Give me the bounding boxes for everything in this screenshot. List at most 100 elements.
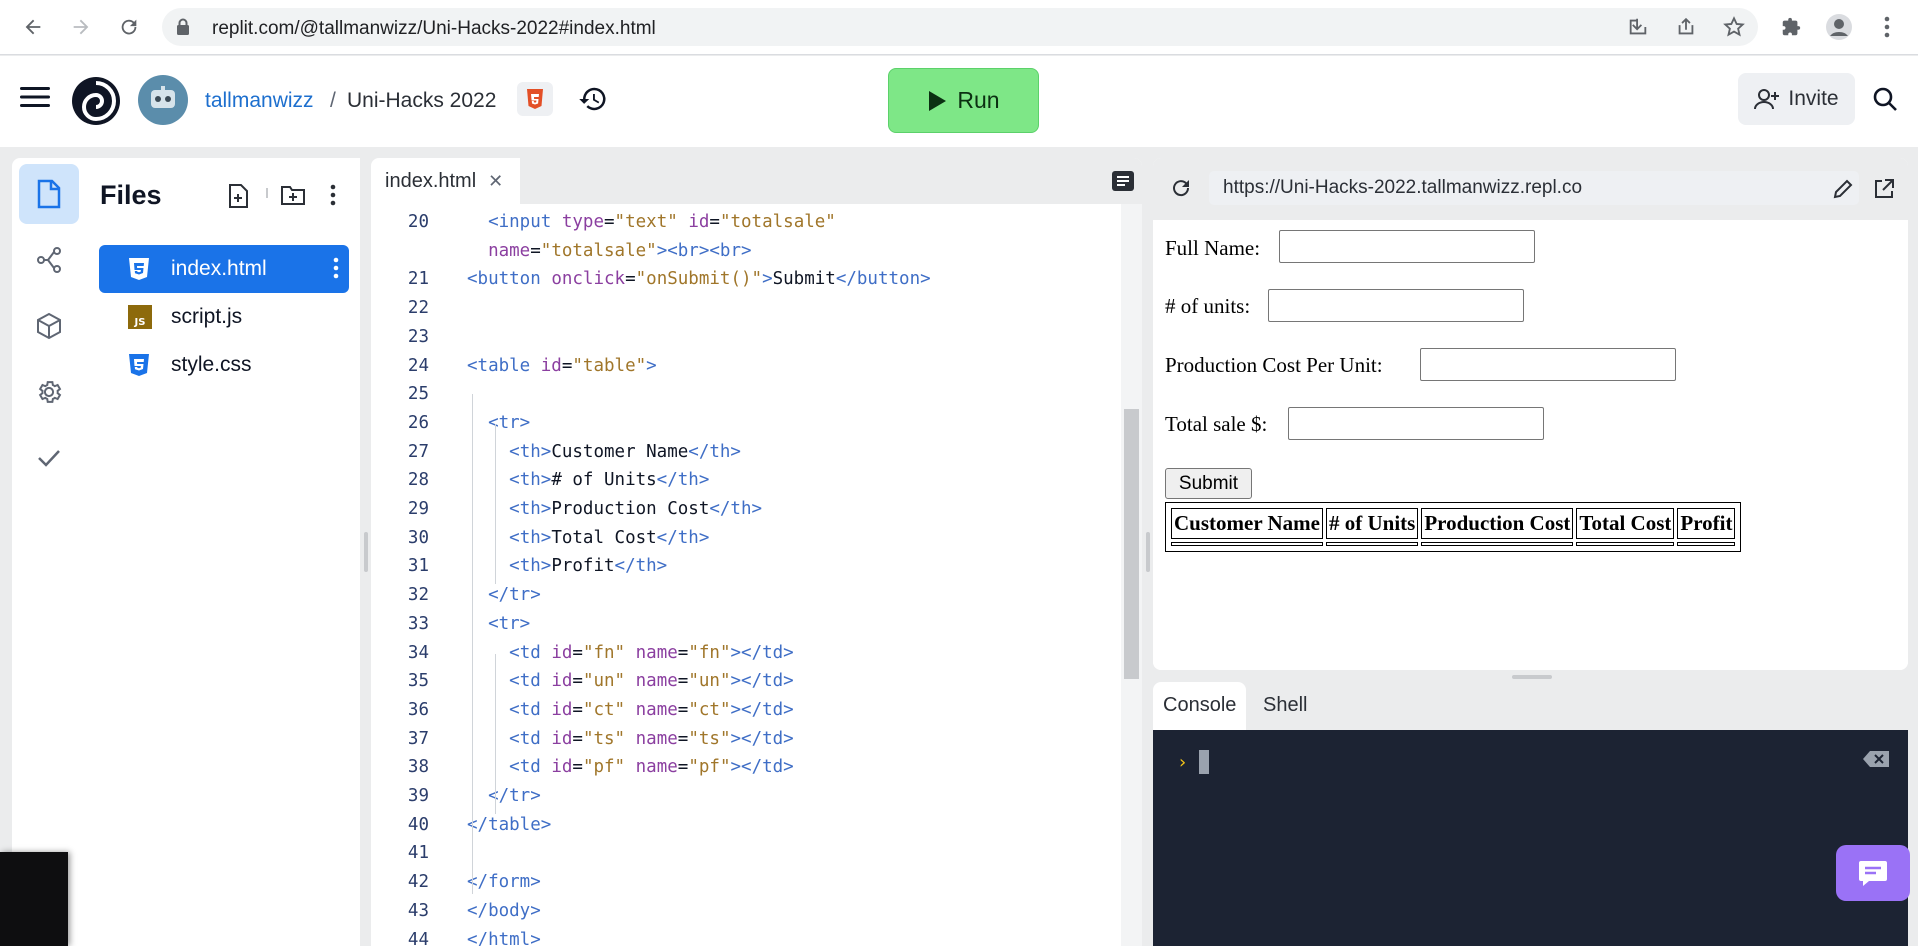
code-line: <td id="ts" name="ts"></td> <box>509 728 794 749</box>
install-icon[interactable] <box>1627 16 1649 43</box>
new-folder-icon[interactable] <box>280 184 306 211</box>
editor-options-icon[interactable] <box>1111 170 1135 197</box>
invite-button[interactable]: Invite <box>1738 73 1855 125</box>
table-header: Production Cost <box>1421 508 1574 539</box>
file-name: script.js <box>171 305 243 328</box>
code-line: </html> <box>467 929 541 946</box>
checkmark-icon[interactable] <box>19 428 79 488</box>
bookmark-star-icon[interactable] <box>1723 16 1745 43</box>
code-line: <th>Total Cost</th> <box>509 527 710 548</box>
files-panel: Files index.html JS script.js style.css <box>88 158 360 946</box>
lock-icon <box>176 18 190 41</box>
new-file-icon[interactable] <box>228 184 250 213</box>
units-input[interactable] <box>1268 289 1524 322</box>
table-header: # of Units <box>1326 508 1419 539</box>
line-number: 44 <box>407 929 429 946</box>
files-panel-title: Files <box>100 180 162 210</box>
full-name-input[interactable] <box>1279 230 1535 263</box>
line-number: 28 <box>407 470 429 491</box>
overlay-window-fragment <box>0 852 68 946</box>
total-sale-label: Total sale $: <box>1165 412 1268 436</box>
file-item-script-js[interactable]: JS script.js <box>99 293 349 341</box>
code-line: <td id="ct" name="ct"></td> <box>509 699 794 720</box>
console-cursor <box>1199 750 1209 774</box>
panel-resize-handle[interactable] <box>364 532 368 572</box>
run-label: Run <box>957 87 1000 113</box>
panel-resize-handle[interactable] <box>1512 675 1552 679</box>
back-icon[interactable] <box>16 10 50 44</box>
run-button[interactable]: Run <box>888 68 1039 133</box>
menu-icon[interactable] <box>20 86 50 113</box>
indent-guide <box>495 654 496 814</box>
settings-gear-icon[interactable] <box>19 362 79 422</box>
history-icon[interactable] <box>578 84 608 119</box>
files-more-icon[interactable] <box>330 184 336 211</box>
code-area[interactable]: 20 <input type="text" id="totalsale" nam… <box>371 204 1121 946</box>
scrollbar-thumb[interactable] <box>1124 409 1139 679</box>
webview-panel: https://Uni-Hacks-2022.tallmanwizz.repl.… <box>1153 158 1908 670</box>
table-cell <box>1677 542 1736 546</box>
javascript-file-icon: JS <box>128 305 152 334</box>
packages-cube-icon[interactable] <box>19 296 79 356</box>
search-icon[interactable] <box>1872 86 1898 117</box>
total-sale-input[interactable] <box>1288 407 1544 440</box>
avatar[interactable] <box>138 75 188 125</box>
play-icon <box>929 90 947 111</box>
browser-menu-icon[interactable] <box>1870 10 1904 44</box>
extensions-icon[interactable] <box>1774 10 1808 44</box>
svg-text:JS: JS <box>134 317 146 328</box>
panel-resize-handle[interactable] <box>1146 532 1150 572</box>
html5-icon[interactable] <box>517 82 553 116</box>
indent-guide <box>495 424 496 584</box>
reload-icon[interactable] <box>112 10 146 44</box>
clear-console-icon[interactable] <box>1862 750 1890 773</box>
editor-scrollbar[interactable] <box>1121 204 1142 946</box>
line-number: 43 <box>407 900 429 921</box>
code-line: </tr> <box>488 585 541 606</box>
code-line: </tr> <box>488 786 541 806</box>
profile-icon[interactable] <box>1822 10 1856 44</box>
code-line: <th># of Units</th> <box>509 470 710 491</box>
replit-logo-icon[interactable] <box>70 75 122 132</box>
repl-title[interactable]: Uni-Hacks 2022 <box>347 89 496 113</box>
files-tool-icon[interactable] <box>19 164 79 224</box>
chat-support-button[interactable] <box>1836 845 1910 901</box>
share-icon[interactable] <box>1675 16 1697 43</box>
submit-button[interactable]: Submit <box>1165 468 1252 499</box>
forward-icon[interactable] <box>64 10 98 44</box>
table-cell <box>1576 542 1675 546</box>
open-new-tab-icon[interactable] <box>1873 178 1895 205</box>
console-panel[interactable]: › <box>1153 730 1908 946</box>
address-bar[interactable]: replit.com/@tallmanwizz/Uni-Hacks-2022#i… <box>162 8 1758 46</box>
table-header: Profit <box>1677 508 1736 539</box>
line-number: 30 <box>407 527 429 548</box>
results-table: Customer Name # of Units Production Cost… <box>1165 502 1742 552</box>
code-line: <td id="un" name="un"></td> <box>509 671 794 692</box>
webview-reload-icon[interactable] <box>1169 176 1193 205</box>
tab-console[interactable]: Console <box>1153 682 1247 730</box>
table-header: Total Cost <box>1576 508 1675 539</box>
file-item-style-css[interactable]: style.css <box>99 341 349 389</box>
line-number: 36 <box>407 699 429 720</box>
edit-pencil-icon[interactable] <box>1832 178 1854 205</box>
code-line: <tr> <box>488 412 531 433</box>
repl-owner-link[interactable]: tallmanwizz <box>205 89 314 113</box>
line-number: 35 <box>407 671 429 692</box>
webview-url[interactable]: https://Uni-Hacks-2022.tallmanwizz.repl.… <box>1209 171 1859 205</box>
tool-rail <box>12 158 88 946</box>
tab-shell[interactable]: Shell <box>1253 682 1317 730</box>
invite-label: Invite <box>1788 87 1839 110</box>
table-cell <box>1171 542 1323 546</box>
address-url: replit.com/@tallmanwizz/Uni-Hacks-2022#i… <box>212 18 656 39</box>
tab-index-html[interactable]: index.html ✕ <box>371 158 520 204</box>
version-control-icon[interactable] <box>19 230 79 290</box>
line-number: 22 <box>407 298 429 319</box>
table-header: Customer Name <box>1171 508 1323 539</box>
close-tab-icon[interactable]: ✕ <box>488 171 503 192</box>
cost-per-unit-input[interactable] <box>1420 348 1676 381</box>
file-more-icon[interactable] <box>333 257 339 284</box>
code-line: <th>Customer Name</th> <box>509 441 741 462</box>
file-item-index-html[interactable]: index.html <box>99 245 349 293</box>
toolbar-divider <box>266 188 268 198</box>
line-number: 20 <box>407 212 429 232</box>
